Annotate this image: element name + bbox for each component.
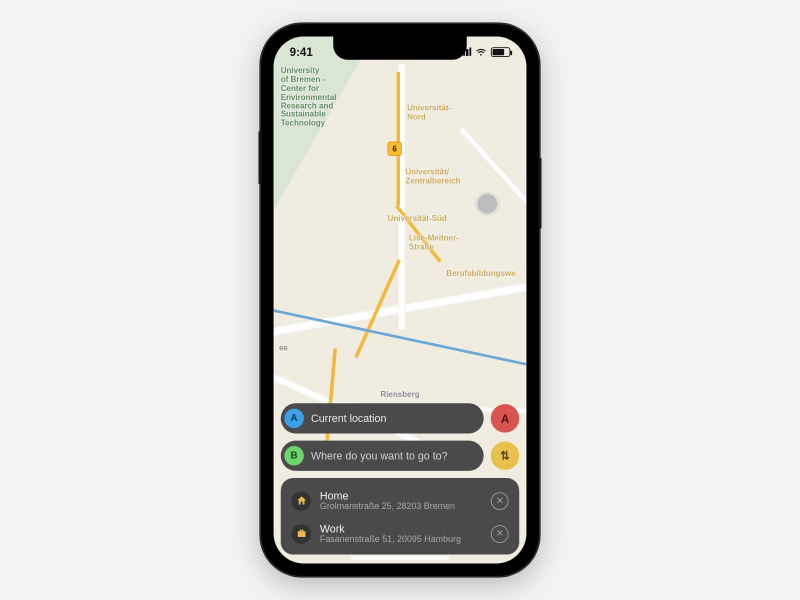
current-location-marker[interactable]	[475, 191, 500, 216]
favorite-work[interactable]: Work Fasanenstraße 51, 20095 Hamburg ✕	[290, 518, 511, 549]
poi-label: Riensberg	[380, 391, 419, 400]
wifi-icon	[475, 45, 487, 57]
favorite-subtitle: Fasanenstraße 51, 20095 Hamburg	[320, 535, 482, 545]
favorite-subtitle: Grolmanstraße 25, 28203 Bremen	[320, 502, 482, 512]
poi-label: ee	[279, 345, 288, 354]
home-indicator[interactable]	[351, 556, 449, 560]
swap-icon: ⇅	[500, 449, 510, 463]
poi-label: University of Bremen - Center for Enviro…	[281, 67, 337, 129]
origin-row: A Current location A	[281, 403, 520, 433]
origin-field[interactable]: A Current location	[281, 403, 484, 433]
poi-label: Universität-Süd	[388, 215, 447, 224]
clear-route-label: A	[501, 412, 509, 425]
status-right	[460, 45, 511, 57]
destination-placeholder: Where do you want to go to?	[311, 450, 448, 462]
favorite-home[interactable]: Home Grolmanstraße 25, 28203 Bremen ✕	[290, 485, 511, 516]
remove-favorite-button[interactable]: ✕	[491, 525, 509, 543]
favorite-title: Home	[320, 490, 482, 502]
origin-badge: A	[284, 409, 304, 429]
close-icon: ✕	[496, 495, 504, 507]
status-time: 9:41	[290, 45, 313, 58]
phone-frame: 9:41	[261, 24, 539, 576]
destination-badge: B	[284, 446, 304, 466]
origin-text: Current location	[311, 412, 386, 424]
clear-route-button[interactable]: A	[491, 404, 519, 432]
close-icon: ✕	[496, 528, 504, 540]
notch	[333, 37, 467, 60]
swap-route-button[interactable]: ⇅	[491, 442, 519, 470]
favorite-title: Work	[320, 523, 482, 535]
battery-icon	[491, 47, 511, 57]
briefcase-icon	[291, 524, 311, 544]
destination-field[interactable]: B Where do you want to go to?	[281, 441, 484, 471]
poi-label: Universität/ Zentralbereich	[405, 168, 460, 186]
favorites-card: Home Grolmanstraße 25, 28203 Bremen ✕ Wo…	[281, 478, 520, 555]
remove-favorite-button[interactable]: ✕	[491, 492, 509, 510]
screen: 9:41	[274, 37, 527, 564]
destination-row: B Where do you want to go to? ⇅	[281, 441, 520, 471]
poi-label: Lise-Meitner- Straße	[409, 234, 459, 252]
home-icon	[291, 491, 311, 511]
search-sheet: A Current location A B Where do you want…	[281, 403, 520, 554]
poi-label: Berufsbildungswe	[446, 270, 515, 279]
poi-label: Universität- Nord	[407, 104, 451, 122]
road-shield: 6	[388, 142, 402, 156]
